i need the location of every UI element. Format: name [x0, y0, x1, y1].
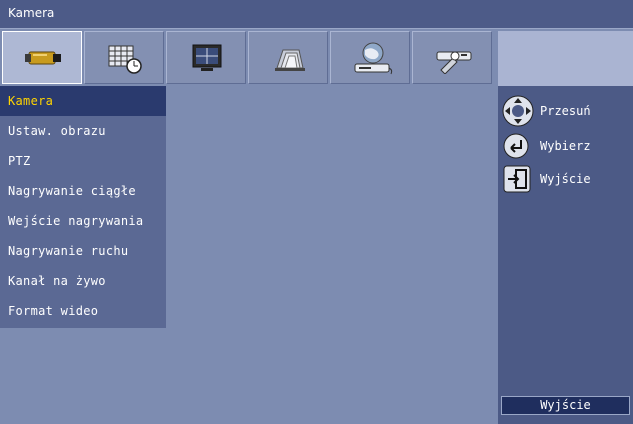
- tab-bar-filler: [498, 31, 633, 87]
- menu-item-camera[interactable]: Kamera: [0, 86, 166, 116]
- hint-move: Przesuń: [502, 95, 591, 127]
- menu-item-alarm-input-recording[interactable]: Wejście nagrywania: [0, 206, 166, 236]
- window-title: Kamera: [0, 0, 633, 28]
- menu-item-motion-recording[interactable]: Nagrywanie ruchu: [0, 236, 166, 266]
- dpad-icon: [502, 95, 534, 127]
- tab-monitor[interactable]: [166, 31, 246, 84]
- network-icon: [354, 42, 393, 75]
- tab-bar: [0, 28, 633, 87]
- tab-schedule[interactable]: [84, 31, 164, 84]
- monitor-icon: [192, 44, 222, 71]
- settings-menu: Kamera Ustaw. obrazu PTZ Nagrywanie ciąg…: [0, 86, 166, 328]
- schedule-icon: [108, 45, 142, 74]
- tools-icon: [436, 51, 472, 74]
- menu-item-ptz[interactable]: PTZ: [0, 146, 166, 176]
- menu-item-image-settings[interactable]: Ustaw. obrazu: [0, 116, 166, 146]
- hint-select-label: Wybierz: [540, 139, 591, 153]
- exit-button[interactable]: Wyjście: [501, 396, 630, 415]
- menu-item-continuous-recording[interactable]: Nagrywanie ciągłe: [0, 176, 166, 206]
- hint-exit: Wyjście: [502, 165, 591, 193]
- enter-icon: [503, 133, 529, 159]
- hint-exit-label: Wyjście: [540, 172, 591, 186]
- tab-camera[interactable]: [2, 31, 82, 84]
- tab-archive[interactable]: [248, 31, 328, 84]
- menu-item-video-format[interactable]: Format wideo: [0, 296, 166, 326]
- hint-select: Wybierz: [502, 133, 591, 159]
- camera-icon: [25, 51, 61, 65]
- help-panel: Przesuń Wybierz Wyjście: [498, 86, 633, 424]
- exit-icon: [503, 165, 531, 193]
- tab-tools[interactable]: [412, 31, 492, 84]
- hint-move-label: Przesuń: [540, 104, 591, 118]
- tab-network[interactable]: [330, 31, 410, 84]
- archive-icon: [275, 49, 305, 71]
- menu-item-live-channel[interactable]: Kanał na żywo: [0, 266, 166, 296]
